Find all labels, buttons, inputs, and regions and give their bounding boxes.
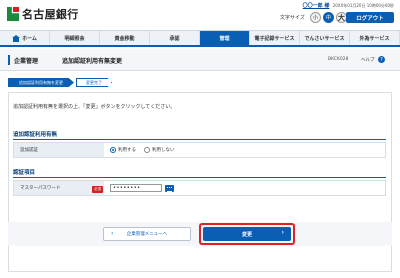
page-title-bar: 企業管理 追加認証利用有無変更 BKCK028 ヘルプ ?	[0, 49, 400, 71]
chevron-left-icon: ‹	[111, 230, 114, 237]
required-badge: 必須	[92, 186, 103, 193]
nav-item-electronic-records[interactable]: 電子記録サービス	[250, 31, 300, 45]
radio-not-use-label: 利用しない	[152, 148, 175, 153]
password-field-cell: ••••••••	[104, 181, 385, 195]
back-to-menu-button[interactable]: ‹ 企業管理メニューへ	[103, 227, 191, 241]
master-password-input[interactable]: ••••••••	[110, 184, 162, 192]
change-button-label: 変更	[241, 231, 252, 238]
header: 名古屋銀行 〇〇一郎 様 20XX年01月20日 10時00分00秒 文字サイズ…	[0, 0, 400, 30]
change-button[interactable]: 変更 ›	[203, 227, 291, 241]
usage-row: 追加認証 利用する 利用しない	[13, 142, 386, 158]
password-row-label: マスターパスワード	[20, 186, 61, 191]
usage-section-heading: 追加認証利用有無	[13, 132, 58, 138]
nav-item-approval[interactable]: 承認	[150, 31, 200, 45]
back-button-label: 企業管理メニューへ	[126, 232, 168, 237]
chevron-right-icon: ›	[281, 229, 284, 236]
bank-logo[interactable]: 名古屋銀行	[7, 6, 79, 22]
radio-not-use[interactable]: 利用しない	[144, 147, 175, 153]
font-size-label: 文字サイズ	[280, 15, 305, 21]
page-category: 企業管理	[14, 58, 39, 65]
intro-text: 追加認証利用有無を選択の上、「変更」ボタンをクリックしてください。	[13, 104, 176, 110]
nav-item-home[interactable]: ホーム	[0, 31, 50, 45]
password-row: マスターパスワード 必須 ••••••••	[13, 180, 386, 196]
font-size-medium-button[interactable]: 中	[322, 12, 334, 23]
nav-item-management[interactable]: 管理	[200, 31, 250, 45]
home-icon	[12, 34, 21, 42]
progress-steps: 追加認証利用有無を変更 変更完了	[8, 78, 112, 87]
last-login-time: 20XX年01月20日 10時00分00秒	[332, 3, 394, 8]
software-keyboard-icon[interactable]	[165, 184, 174, 192]
radio-use-label: 利用する	[118, 148, 136, 153]
user-info: 〇〇一郎 様 20XX年01月20日 10時00分00秒	[303, 2, 394, 9]
logout-button[interactable]: ログアウト	[346, 12, 394, 23]
global-nav: ホーム 明細照会 資金移動 承認 管理 電子記録サービス でんさいサービス 外為…	[0, 30, 400, 47]
nav-item-statements[interactable]: 明細照会	[50, 31, 100, 45]
radio-not-use-dot[interactable]	[144, 147, 150, 153]
nav-item-label: ホーム	[22, 35, 37, 42]
user-name: 〇〇一郎 様	[302, 3, 330, 9]
page-title: 追加認証利用有無変更	[62, 58, 123, 65]
radio-use[interactable]: 利用する	[110, 147, 136, 153]
screen-code: BKCK028	[328, 57, 349, 62]
divider	[13, 177, 386, 178]
usage-radio-group: 利用する 利用しない	[104, 143, 385, 157]
title-accent	[8, 55, 10, 65]
nav-item-transfer[interactable]: 資金移動	[100, 31, 150, 45]
divider	[13, 139, 386, 140]
font-size-small-button[interactable]: 小	[309, 12, 321, 23]
nav-item-forex[interactable]: 外為サービス	[350, 31, 400, 45]
step-current: 追加認証利用有無を変更	[8, 78, 74, 87]
auth-section-heading: 認証項目	[13, 170, 36, 176]
radio-use-dot[interactable]	[110, 147, 116, 153]
step-next: 変更完了	[76, 78, 112, 87]
usage-row-label: 追加認証	[14, 143, 104, 157]
font-size-switcher: 文字サイズ 小 中 大	[280, 12, 347, 23]
password-row-label-cell: マスターパスワード	[14, 181, 104, 195]
bank-name: 名古屋銀行	[22, 8, 79, 21]
bank-logo-mark-icon	[7, 7, 19, 21]
help-link[interactable]: ヘルプ	[361, 57, 375, 63]
nav-item-densai[interactable]: でんさいサービス	[300, 31, 350, 45]
question-icon[interactable]: ?	[378, 56, 385, 63]
